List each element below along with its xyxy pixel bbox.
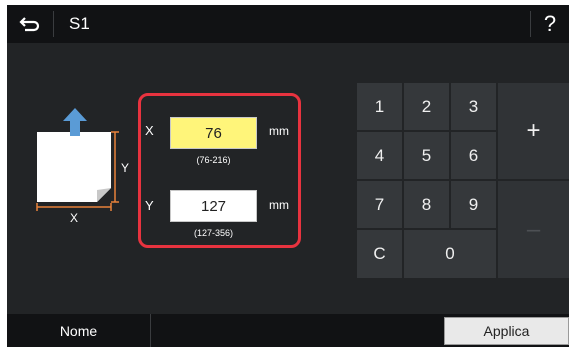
name-button[interactable]: Nome xyxy=(7,314,150,347)
x-unit-label: mm xyxy=(269,124,289,138)
feed-direction-icon xyxy=(63,108,87,136)
y-unit-label: mm xyxy=(269,198,289,212)
x-range-label: (76-216) xyxy=(196,155,231,165)
key-8[interactable]: 8 xyxy=(404,181,449,228)
key-1[interactable]: 1 xyxy=(357,83,402,130)
key-4[interactable]: 4 xyxy=(357,132,402,179)
y-axis-label: Y xyxy=(145,198,154,213)
key-3[interactable]: 3 xyxy=(451,83,496,130)
key-0[interactable]: 0 xyxy=(404,230,496,278)
size-input-group: X 76 mm (76-216) Y 127 mm (127-356) xyxy=(138,93,301,248)
x-value-field[interactable]: 76 xyxy=(170,117,257,149)
apply-button[interactable]: Applica xyxy=(444,317,569,345)
minus-button[interactable]: – xyxy=(498,181,569,278)
key-7[interactable]: 7 xyxy=(357,181,402,228)
y-range-label: (127-356) xyxy=(193,228,234,238)
key-clear[interactable]: C xyxy=(357,230,402,278)
key-6[interactable]: 6 xyxy=(451,132,496,179)
y-value-field[interactable]: 127 xyxy=(170,190,257,222)
back-arrow-icon xyxy=(19,17,40,32)
header-divider xyxy=(53,11,54,37)
screen: S1 ? Y X X 76 mm (76-216) Y 127 mm (127-… xyxy=(7,5,569,347)
plus-button[interactable]: + xyxy=(498,83,569,179)
key-9[interactable]: 9 xyxy=(451,181,496,228)
help-button[interactable]: ? xyxy=(531,5,569,43)
footer-divider xyxy=(150,314,151,347)
key-2[interactable]: 2 xyxy=(404,83,449,130)
folded-corner-icon xyxy=(97,188,111,202)
key-5[interactable]: 5 xyxy=(404,132,449,179)
paper-size-diagram: Y X xyxy=(33,104,138,230)
header-bar: S1 ? xyxy=(7,5,569,43)
back-button[interactable] xyxy=(7,5,53,43)
footer-bar: Nome Applica xyxy=(7,314,569,347)
page-title: S1 xyxy=(69,14,90,33)
diagram-y-label: Y xyxy=(121,161,129,175)
x-axis-label: X xyxy=(145,123,154,138)
diagram-x-label: X xyxy=(70,211,78,225)
